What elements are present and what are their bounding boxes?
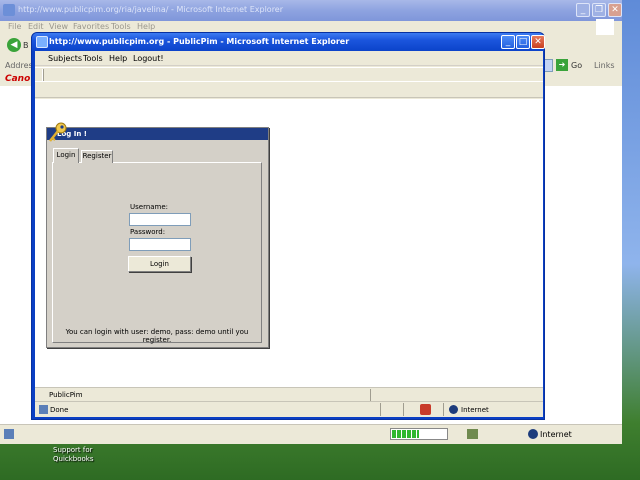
globe-icon	[449, 405, 458, 414]
browser-window: http://www.publicpim.org - PublicPim - M…	[31, 32, 545, 420]
status-divider	[370, 389, 371, 401]
login-hint: You can login with user: demo, pass: dem…	[65, 328, 249, 344]
menu-help[interactable]: Help	[137, 22, 155, 31]
login-tab-panel: Username: Password: Login You can login …	[52, 162, 262, 344]
menu-view[interactable]: View	[49, 22, 68, 31]
globe-icon	[528, 429, 538, 439]
restore-icon: ❐	[594, 5, 604, 15]
tab-register[interactable]: Register	[81, 150, 113, 163]
go-arrow-icon: ➜	[558, 60, 566, 69]
username-label: Username:	[130, 203, 169, 211]
page-content: Log In ! Username: Password: Login You c…	[35, 99, 543, 387]
menu-file[interactable]: File	[8, 22, 21, 31]
security-icon	[467, 429, 478, 439]
close-icon: ✕	[611, 5, 619, 15]
background-status-bar: Internet	[0, 424, 622, 444]
minimize-button[interactable]: _	[501, 35, 515, 49]
desktop-icon-label[interactable]: Support for Quickbooks	[53, 446, 123, 464]
background-window-title: http://www.publicpim.org/ria/javelina/ -…	[18, 5, 284, 14]
status-bar: Done Internet	[35, 401, 543, 417]
login-button[interactable]: Login	[128, 256, 191, 272]
toolbar	[35, 67, 543, 82]
tab-login[interactable]: Login	[53, 148, 79, 163]
ie-icon	[36, 36, 48, 48]
status-divider	[443, 403, 444, 416]
background-title-bar[interactable]: http://www.publicpim.org/ria/javelina/ -…	[0, 0, 622, 21]
maximize-button[interactable]: □	[516, 35, 530, 49]
status-divider	[403, 403, 404, 416]
window-title: http://www.publicpim.org - PublicPim - M…	[49, 37, 350, 46]
windows-logo-icon	[596, 19, 614, 35]
close-button[interactable]: ✕	[531, 35, 545, 49]
menu-help[interactable]: Help	[109, 54, 127, 63]
minimize-icon: _	[580, 5, 586, 15]
status-text: Done	[50, 406, 69, 414]
login-dialog: Log In ! Username: Password: Login You c…	[46, 122, 269, 348]
go-button[interactable]: ➜	[556, 59, 568, 71]
menu-logout[interactable]: Logout!	[133, 54, 164, 63]
ie-icon	[3, 4, 15, 16]
key-icon	[49, 122, 67, 142]
back-label: B	[23, 41, 29, 50]
app-status-bar: PublicPim	[35, 387, 543, 401]
menu-tools[interactable]: Tools	[83, 54, 103, 63]
progress-bar	[390, 428, 448, 440]
canon-logo[interactable]: Cano	[5, 74, 30, 84]
back-button[interactable]: ◀	[7, 38, 21, 52]
page-icon	[39, 405, 48, 414]
password-label: Password:	[130, 228, 166, 236]
close-button[interactable]: ✕	[608, 3, 622, 17]
progress-fill	[392, 430, 419, 438]
minimize-button[interactable]: _	[576, 3, 590, 17]
menu-edit[interactable]: Edit	[28, 22, 44, 31]
go-label[interactable]: Go	[571, 61, 582, 70]
toolbar-grip[interactable]	[42, 69, 44, 81]
zone-label: Internet	[461, 406, 489, 414]
links-label[interactable]: Links	[594, 61, 615, 70]
close-icon: ✕	[534, 37, 542, 47]
app-status-text: PublicPim	[49, 391, 83, 399]
toolbar-secondary	[35, 83, 543, 98]
window-body: Subjects Tools Help Logout! Log In ! Use…	[35, 51, 543, 417]
minimize-icon: _	[505, 37, 511, 47]
zone-label: Internet	[540, 430, 572, 439]
title-bar[interactable]: http://www.publicpim.org - PublicPim - M…	[32, 33, 545, 51]
password-input[interactable]	[129, 238, 191, 251]
menu-tools[interactable]: Tools	[111, 22, 131, 31]
status-divider	[380, 403, 381, 416]
back-arrow-icon: ◀	[10, 40, 18, 50]
page-icon	[4, 429, 14, 439]
menu-favorites[interactable]: Favorites	[73, 22, 109, 31]
menu-subjects[interactable]: Subjects	[48, 54, 82, 63]
username-input[interactable]	[129, 213, 191, 226]
maximize-button[interactable]: ❐	[592, 3, 606, 17]
popup-blocker-icon[interactable]	[420, 404, 431, 415]
maximize-icon: □	[518, 37, 528, 47]
login-dialog-title-bar[interactable]: Log In !	[47, 128, 268, 140]
app-menu-bar: Subjects Tools Help Logout!	[35, 51, 543, 66]
